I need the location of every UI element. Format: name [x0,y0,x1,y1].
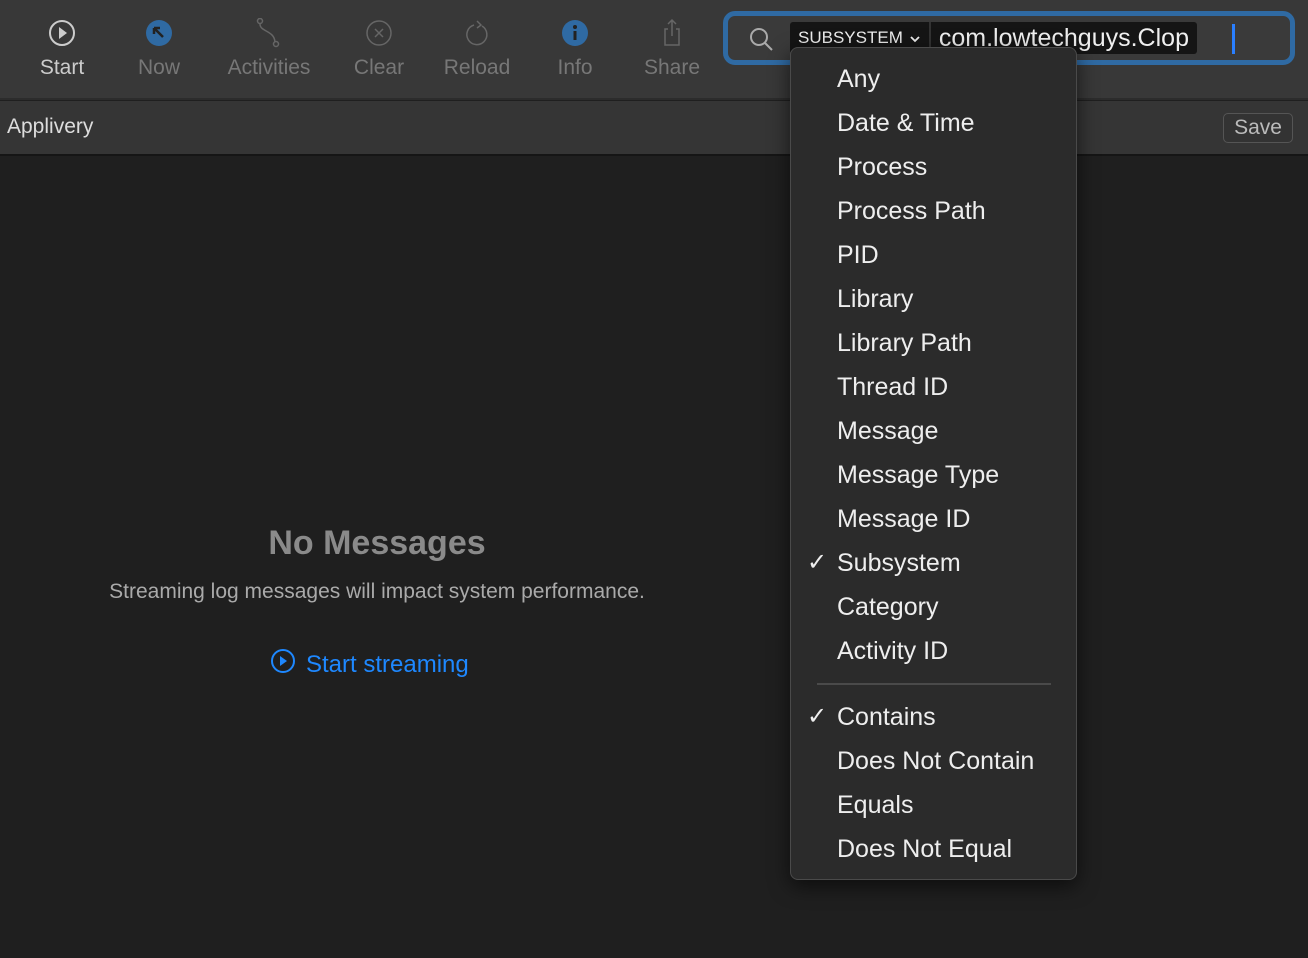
text-caret [1232,24,1235,54]
toolbar: Start Now Activities Clear Reload Info S… [0,0,1308,100]
menu-item-message[interactable]: Message [837,409,938,453]
empty-state: No Messages Streaming log messages will … [0,158,760,958]
menu-item-category[interactable]: Category [837,585,938,629]
menu-item-equals[interactable]: Equals [837,783,913,827]
arrow-up-left-circle-icon [109,18,209,56]
menu-item-pid[interactable]: PID [837,233,879,277]
menu-item-process[interactable]: Process [837,145,927,189]
checkmark-icon: ✓ [807,549,828,576]
menu-item-activity-id[interactable]: Activity ID [837,629,948,673]
menu-item-does-not-equal[interactable]: Does Not Equal [837,827,1012,871]
empty-subtitle: Streaming log messages will impact syste… [109,580,645,603]
info-button[interactable]: Info [525,18,625,80]
scope-label: Applivery [7,115,94,138]
start-button[interactable]: Start [12,18,112,80]
reload-button[interactable]: Reload [427,18,527,80]
start-streaming-link[interactable]: Start streaming [270,648,469,681]
menu-item-message-id[interactable]: Message ID [837,497,970,541]
clear-button[interactable]: Clear [329,18,429,80]
menu-item-contains[interactable]: ✓ Contains [807,695,936,739]
activities-button[interactable]: Activities [219,17,319,80]
save-button[interactable]: Save [1223,113,1293,143]
search-icon [748,26,774,57]
menu-item-date-time[interactable]: Date & Time [837,101,975,145]
field-dropdown-menu: Any Date & Time Process Process Path PID Libr… [790,47,1077,880]
info-circle-icon [525,18,625,56]
menu-item-subsystem[interactable]: ✓ Subsystem [807,541,961,585]
menu-item-message-type[interactable]: Message Type [837,453,999,497]
menu-item-library[interactable]: Library [837,277,913,321]
path-icon [219,17,319,56]
menu-item-process-path[interactable]: Process Path [837,189,986,233]
menu-item-library-path[interactable]: Library Path [837,321,972,365]
menu-item-thread-id[interactable]: Thread ID [837,365,948,409]
checkmark-icon: ✓ [807,703,828,730]
reload-icon [427,18,527,56]
empty-title: No Messages [268,524,486,562]
menu-item-any[interactable]: Any [837,57,880,101]
share-icon [622,18,722,56]
share-button[interactable]: Share [622,18,722,80]
now-button[interactable]: Now [109,18,209,80]
menu-item-does-not-contain[interactable]: Does Not Contain [837,739,1034,783]
filter-bar: Applivery Save [0,101,1308,156]
x-circle-icon [329,18,429,56]
play-circle-icon [270,648,296,681]
chevron-down-icon [909,28,921,48]
play-circle-icon [12,18,112,56]
menu-separator [817,683,1051,685]
